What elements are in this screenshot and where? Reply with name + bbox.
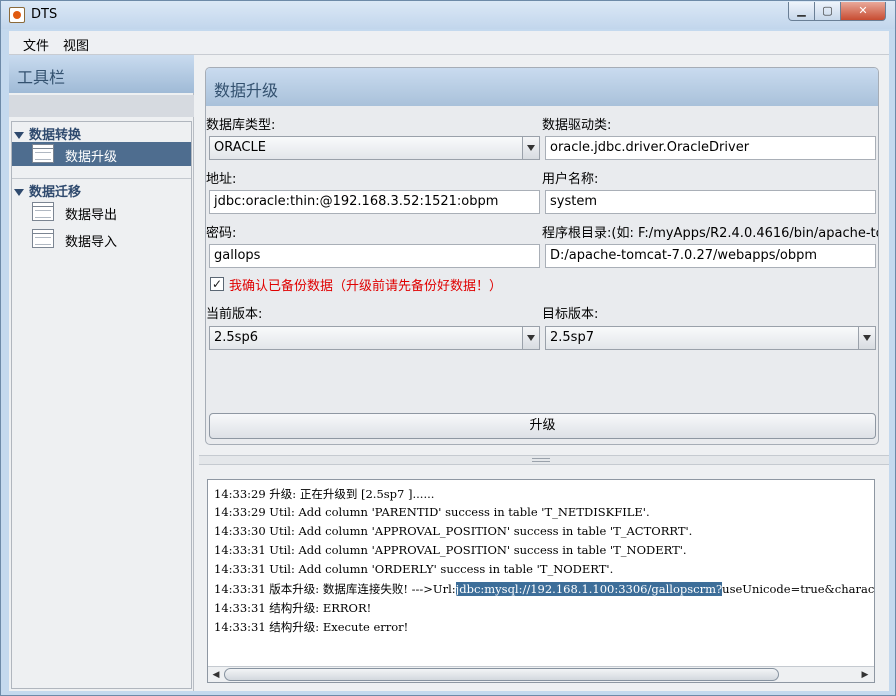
db-type-value: ORACLE [214,140,266,155]
log-text: 14:33:31 版本升级: 数据库连接失败! --->Url: [214,582,456,596]
window-icon [32,202,54,221]
group-data-conversion[interactable]: 数据转换 [14,124,81,144]
nav-item-data-upgrade[interactable]: 数据升级 [12,142,191,166]
sidebar-title: 工具栏 [17,68,66,87]
log-line: 14:33:29 升级: 正在升级到 [2.5sp7 ]...... [214,487,435,501]
close-button[interactable]: ✕ [840,2,886,21]
log-selected-text[interactable]: jdbc:mysql://192.168.1.100:3306/gallopsc… [455,582,723,596]
panel-title: 数据升级 [214,81,279,100]
scroll-right-icon[interactable]: ▶ [858,668,872,682]
group-label: 数据迁移 [29,185,82,200]
backup-confirm-checkbox[interactable]: ✓ [210,277,224,291]
window-icon [32,229,54,248]
upgrade-panel: 数据升级 数据库类型: ORACLE 数据驱动类: oracle.jdbc.dr… [205,67,879,445]
current-version-select[interactable]: 2.5sp6 [209,326,540,350]
driver-label: 数据驱动类: [542,118,612,133]
target-version-value: 2.5sp7 [550,330,594,345]
client-area: 工具栏 数据转换 数据升级 数据迁移 数据导出 数据导入 数据升级 数据库类型:… [9,55,889,691]
password-label: 密码: [206,226,237,241]
log-line: 14:33:30 Util: Add column 'APPROVAL_POSI… [214,524,693,538]
log-line: 14:33:31 结构升级: Execute error! [214,620,409,634]
title-bar[interactable]: DTS ▁ ▢ ✕ [1,1,895,29]
window-icon [32,144,54,163]
menu-bar: 文件 视图 [9,31,889,55]
db-type-label: 数据库类型: [206,118,276,133]
nav-item-label: 数据导出 [65,208,118,223]
sidebar: 工具栏 数据转换 数据升级 数据迁移 数据导出 数据导入 [9,55,194,691]
sidebar-strip [9,95,194,117]
java-app-icon [9,7,25,23]
window-title: DTS [31,7,58,22]
log-line: 14:33:29 Util: Add column 'PARENTID' suc… [214,505,650,519]
upgrade-button[interactable]: 升级 [209,413,876,439]
scroll-left-icon[interactable]: ◀ [209,668,223,682]
nav-item-label: 数据升级 [65,150,118,165]
expand-triangle-icon [14,132,24,139]
sidebar-header: 工具栏 [9,55,194,93]
split-pane-divider[interactable] [199,455,889,465]
group-label: 数据转换 [29,128,82,143]
nav-tree: 数据转换 数据升级 数据迁移 数据导出 数据导入 [11,121,192,689]
backup-confirm-label: 我确认已备份数据（升级前请先备份好数据！） [229,279,503,294]
menu-file[interactable]: 文件 [23,35,49,54]
log-output[interactable]: 14:33:29 升级: 正在升级到 [2.5sp7 ]...... 14:33… [207,479,875,683]
log-line-error: 14:33:31 版本升级: 数据库连接失败! --->Url:jdbc:mys… [214,581,875,600]
minimize-button[interactable]: ▁ [788,2,815,21]
address-label: 地址: [206,172,237,187]
dropdown-arrow-icon[interactable] [522,137,539,159]
current-version-label: 当前版本: [206,307,263,322]
root-dir-label: 程序根目录:(如: F:/myApps/R2.4.0.4616/bin/apac… [542,226,878,241]
menu-view[interactable]: 视图 [63,35,89,54]
expand-triangle-icon [14,189,24,196]
password-field[interactable]: gallops [209,244,540,268]
dropdown-arrow-icon[interactable] [858,327,875,349]
username-label: 用户名称: [542,172,599,187]
group-divider [12,178,191,179]
dropdown-arrow-icon[interactable] [522,327,539,349]
log-line: 14:33:31 Util: Add column 'ORDERLY' succ… [214,562,614,576]
grip-icon [532,458,550,462]
horizontal-scrollbar[interactable]: ◀ ▶ [208,666,874,682]
current-version-value: 2.5sp6 [214,330,258,345]
root-dir-field[interactable]: D:/apache-tomcat-7.0.27/webapps/obpm [545,244,876,268]
main-content: 数据升级 数据库类型: ORACLE 数据驱动类: oracle.jdbc.dr… [199,55,889,691]
nav-item-data-export[interactable]: 数据导出 [12,200,191,224]
app-window: DTS ▁ ▢ ✕ 文件 视图 工具栏 数据转换 数据升级 数据迁移 数据导出 … [0,0,896,696]
scroll-thumb[interactable] [224,668,779,681]
nav-item-data-import[interactable]: 数据导入 [12,227,191,251]
db-type-select[interactable]: ORACLE [209,136,540,160]
target-version-select[interactable]: 2.5sp7 [545,326,876,350]
group-data-migration[interactable]: 数据迁移 [14,181,81,201]
driver-field[interactable]: oracle.jdbc.driver.OracleDriver [545,136,876,160]
panel-header: 数据升级 [206,68,878,106]
log-line: 14:33:31 结构升级: ERROR! [214,601,372,615]
maximize-button[interactable]: ▢ [814,2,841,21]
log-line: 14:33:31 Util: Add column 'APPROVAL_POSI… [214,543,687,557]
target-version-label: 目标版本: [542,307,599,322]
nav-item-label: 数据导入 [65,235,118,250]
username-field[interactable]: system [545,190,876,214]
log-text: useUnicode=true&characte [722,582,875,596]
address-field[interactable]: jdbc:oracle:thin:@192.168.3.52:1521:obpm [209,190,540,214]
